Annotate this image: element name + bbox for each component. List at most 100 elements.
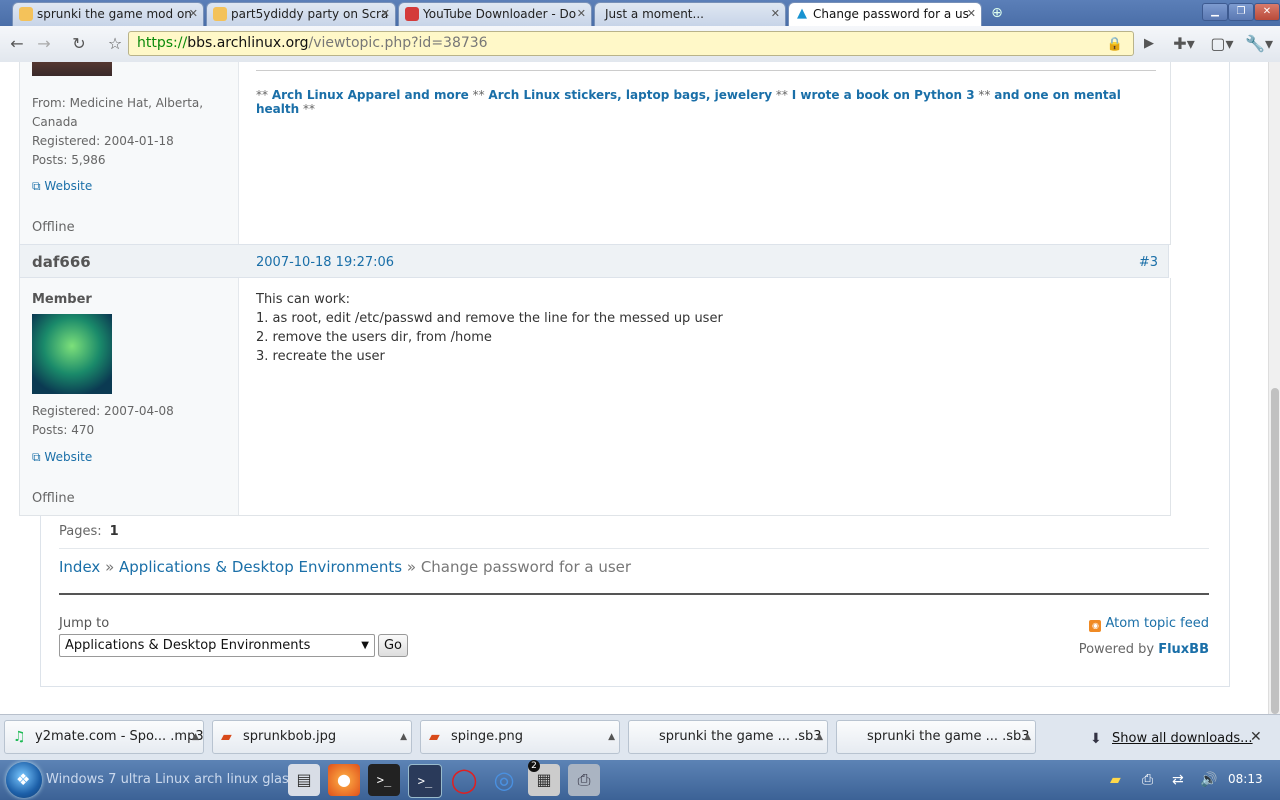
clock[interactable]: 08:13 [1228, 772, 1263, 786]
close-window-icon[interactable]: ✕ [1254, 3, 1280, 21]
wrench-menu-icon[interactable]: 🔧▾ [1244, 34, 1274, 54]
download-item[interactable]: ♫ y2mate.com - Spo... .mp3 ▲ [4, 720, 204, 754]
terminal-2-icon[interactable]: >_ [408, 764, 442, 798]
close-downloads-icon[interactable]: ✕ [1250, 729, 1262, 745]
tab-youtube-downloader[interactable]: YouTube Downloader - Do ✕ [398, 2, 592, 26]
jump-to-value: Applications & Desktop Environments [65, 638, 311, 653]
registered: Registered: 2007-04-08 [32, 404, 174, 418]
extensions-icon[interactable]: ✚▾ [1170, 34, 1198, 54]
tab-close-icon[interactable]: ✕ [967, 3, 976, 25]
minimize-icon[interactable]: ▁ [1202, 3, 1228, 21]
avatar [32, 314, 112, 394]
start-button[interactable]: ❖ [6, 762, 42, 798]
tab-scratch[interactable]: part5ydiddy party on Scra ✕ [206, 2, 396, 26]
play-icon[interactable]: ▶ [1138, 34, 1160, 54]
post-3-header: daf666 2007-10-18 19:27:06 #3 [19, 244, 1169, 278]
tab-label: sprunki the game mod on [37, 7, 192, 21]
signature-divider [256, 70, 1156, 71]
page-content: From: Medicine Hat, Alberta, Canada Regi… [0, 62, 1268, 714]
opera-icon[interactable]: ◯ [448, 764, 480, 796]
chevron-up-icon[interactable]: ▲ [816, 721, 823, 753]
lock-icon[interactable]: 🔒 [1107, 33, 1123, 56]
breadcrumb: Index » Applications & Desktop Environme… [59, 558, 631, 576]
forward-icon[interactable]: → [33, 34, 55, 54]
online-status: Offline [32, 220, 75, 235]
tab-close-icon[interactable]: ✕ [381, 3, 390, 25]
tab-favicon-icon [213, 7, 227, 21]
breadcrumb-forum[interactable]: Applications & Desktop Environments [119, 558, 402, 576]
chevron-up-icon[interactable]: ▲ [1024, 721, 1031, 753]
chevron-up-icon[interactable]: ▲ [192, 721, 199, 753]
address-bar[interactable]: https://bbs.archlinux.org/viewtopic.php?… [128, 31, 1134, 56]
tab-close-icon[interactable]: ✕ [189, 3, 198, 25]
maximize-icon[interactable]: ❐ [1228, 3, 1254, 21]
post-date-link[interactable]: 2007-10-18 19:27:06 [256, 255, 394, 270]
external-link-icon: ⧉ [32, 179, 41, 193]
reload-icon[interactable]: ↻ [68, 34, 90, 54]
tab-change-password[interactable]: ▲ Change password for a us ✕ [788, 2, 982, 26]
tab-label: part5ydiddy party on Scra [231, 7, 389, 21]
sig-link-python-book[interactable]: I wrote a book on Python 3 [792, 88, 975, 102]
scrollbar-thumb[interactable] [1271, 388, 1279, 714]
avatar [32, 62, 112, 76]
bookmark-star-icon[interactable]: ☆ [104, 34, 126, 54]
website-link[interactable]: ⧉ Website [32, 448, 92, 467]
tab-close-icon[interactable]: ✕ [771, 3, 780, 25]
post-count: Posts: 470 [32, 423, 95, 437]
tab-label: Change password for a us [813, 7, 969, 21]
pagination: Pages: 1 [59, 524, 119, 539]
website-label: Website [44, 450, 93, 464]
download-item[interactable]: sprunki the game ... .sb3 ▲ [836, 720, 1036, 754]
fluxbb-link[interactable]: FluxBB [1158, 642, 1209, 657]
post-count: Posts: 5,986 [32, 153, 106, 167]
download-favicon-icon [405, 7, 419, 21]
printer-app-icon[interactable]: ⎙ [568, 764, 600, 796]
tab-just-a-moment[interactable]: Just a moment... ✕ [594, 2, 786, 26]
download-arrow-icon: ⬇ [1090, 731, 1102, 747]
download-name: spinge.png [451, 729, 524, 744]
windows-logo-icon: ❖ [16, 770, 31, 789]
sig-link-apparel[interactable]: Arch Linux Apparel and more [272, 88, 469, 102]
post-number-link[interactable]: #3 [1139, 255, 1158, 270]
online-status: Offline [32, 491, 75, 506]
download-item[interactable]: ▰ sprunkbob.jpg ▲ [212, 720, 412, 754]
chevron-up-icon[interactable]: ▲ [400, 721, 407, 753]
download-item[interactable]: ▰ spinge.png ▲ [420, 720, 620, 754]
page-menu-icon[interactable]: ▢▾ [1208, 34, 1236, 54]
tab-label: YouTube Downloader - Do [423, 7, 577, 21]
sig-sep: ** [772, 88, 792, 102]
printer-tray-icon[interactable]: ⎙ [1142, 772, 1153, 788]
chevron-up-icon[interactable]: ▲ [608, 721, 615, 753]
from-line-2: Canada [32, 115, 78, 129]
author-from: From: Medicine Hat, Alberta, Canada Regi… [32, 94, 203, 170]
file-manager-icon[interactable]: ▤ [288, 764, 320, 796]
website-link[interactable]: ⧉ Website [32, 177, 92, 196]
volume-icon[interactable]: 🔊 [1200, 772, 1217, 788]
go-button[interactable]: Go [378, 634, 408, 657]
tab-strip: sprunki the game mod on ✕ part5ydiddy pa… [0, 0, 1280, 26]
atom-feed-link[interactable]: ◉ Atom topic feed [1089, 616, 1209, 632]
notes-tray-icon[interactable]: ▰ [1110, 772, 1121, 788]
download-item[interactable]: sprunki the game ... .sb3 ▲ [628, 720, 828, 754]
post-author-name[interactable]: daf666 [32, 253, 91, 271]
download-name: sprunki the game ... .sb3 [659, 729, 822, 744]
network-tray-icon[interactable]: ⇄ [1172, 772, 1184, 788]
show-all-downloads-link[interactable]: Show all downloads... [1112, 731, 1253, 746]
new-tab-icon[interactable]: ⊕ [987, 4, 1007, 22]
terminal-icon[interactable]: >_ [368, 764, 400, 796]
tab-sprunki[interactable]: sprunki the game mod on ✕ [12, 2, 204, 26]
firefox-icon[interactable]: ● [328, 764, 360, 796]
user-rank: Member [32, 292, 92, 307]
signature: ** Arch Linux Apparel and more ** Arch L… [256, 88, 1156, 116]
chromium-icon[interactable]: ◎ [488, 764, 520, 796]
tab-close-icon[interactable]: ✕ [577, 3, 586, 25]
breadcrumb-index[interactable]: Index [59, 558, 100, 576]
back-icon[interactable]: ← [6, 34, 28, 54]
taskbar: ❖ Windows 7 ultra Linux arch linux glass… [0, 760, 1280, 800]
jump-to-select[interactable]: Applications & Desktop Environments ▼ [59, 634, 375, 657]
sig-link-stickers[interactable]: Arch Linux stickers, laptop bags, jewele… [488, 88, 772, 102]
page-scrollbar[interactable] [1268, 62, 1280, 714]
url-path: /viewtopic.php?id=38736 [308, 35, 488, 51]
archive-icon[interactable]: ▦ 2 [528, 760, 560, 796]
browser-toolbar: ← → ↻ ☆ https://bbs.archlinux.org/viewto… [0, 26, 1280, 63]
